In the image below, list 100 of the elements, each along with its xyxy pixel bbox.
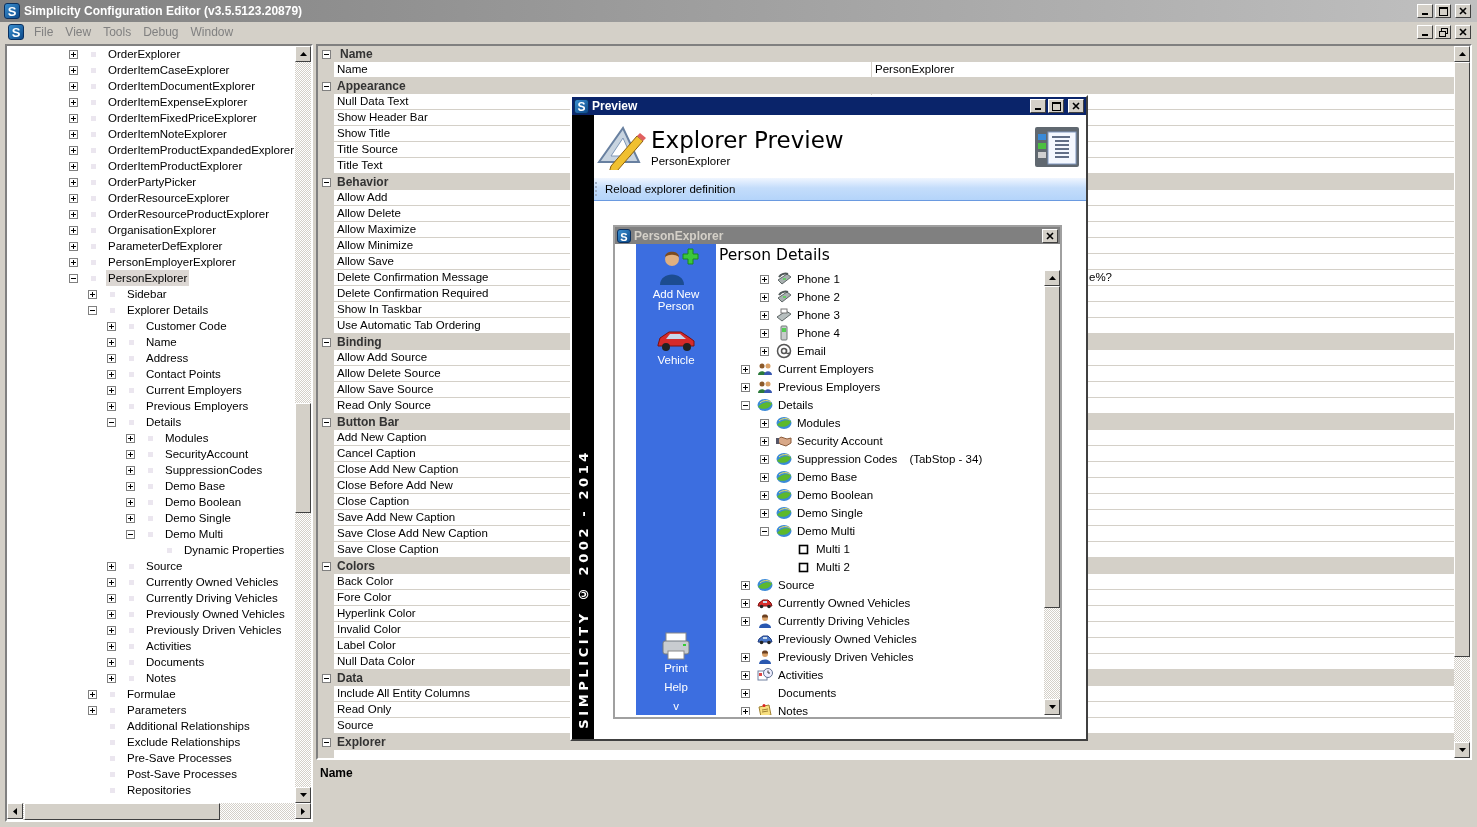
tree-item[interactable]: OrderItemExpenseExplorer xyxy=(106,94,250,110)
plus-box-icon[interactable] xyxy=(107,561,116,571)
plus-box-icon[interactable] xyxy=(760,472,769,482)
tree-item[interactable]: OrderItemDocumentExplorer xyxy=(106,78,257,94)
plus-box-icon[interactable] xyxy=(107,321,116,331)
plus-box-icon[interactable] xyxy=(760,490,769,500)
plus-box-icon[interactable] xyxy=(88,289,97,299)
plus-box-icon[interactable] xyxy=(107,657,116,667)
plus-box-icon[interactable] xyxy=(126,433,135,443)
tree-item[interactable]: Exclude Relationships xyxy=(125,734,243,750)
plus-box-icon[interactable] xyxy=(760,274,769,284)
minimize-button[interactable] xyxy=(1030,99,1046,113)
close-button[interactable] xyxy=(1068,99,1084,113)
vertical-scrollbar[interactable] xyxy=(1454,46,1470,758)
tree-item[interactable]: Multi 1 xyxy=(816,543,850,555)
plus-box-icon[interactable] xyxy=(741,364,750,374)
plus-box-icon[interactable] xyxy=(760,328,769,338)
vertical-scrollbar[interactable] xyxy=(1044,270,1060,715)
tree-item[interactable]: Notes xyxy=(778,705,809,715)
tree-item[interactable]: OrderResourceProductExplorer xyxy=(106,206,272,222)
plus-box-icon[interactable] xyxy=(107,593,116,603)
plus-box-icon[interactable] xyxy=(69,177,78,187)
plus-box-icon[interactable] xyxy=(69,113,78,123)
plus-box-icon[interactable] xyxy=(741,382,750,392)
plus-box-icon[interactable] xyxy=(760,292,769,302)
minus-box-icon[interactable] xyxy=(126,529,135,539)
tree-item[interactable]: SuppressionCodes xyxy=(163,462,265,478)
plus-box-icon[interactable] xyxy=(88,689,97,699)
minus-box-icon[interactable] xyxy=(321,737,331,747)
minus-box-icon[interactable] xyxy=(107,417,116,427)
tree-item[interactable]: Details xyxy=(144,414,184,430)
tree-item[interactable]: ParameterDefExplorer xyxy=(106,238,225,254)
tree-item[interactable]: Details xyxy=(778,399,814,411)
tree-item[interactable]: Phone 3 xyxy=(797,309,840,321)
plus-box-icon[interactable] xyxy=(69,97,78,107)
minus-box-icon[interactable] xyxy=(321,49,331,59)
scroll-right-button[interactable] xyxy=(295,803,311,819)
tree-item[interactable]: OrderItemProductExpandedExplorer xyxy=(106,142,295,158)
plus-box-icon[interactable] xyxy=(88,705,97,715)
scroll-left-button[interactable] xyxy=(7,803,23,819)
tree-item[interactable]: Currently Owned Vehicles xyxy=(144,574,281,590)
tree-item[interactable]: Documents xyxy=(144,654,207,670)
plus-box-icon[interactable] xyxy=(760,436,769,446)
vertical-scrollbar[interactable] xyxy=(295,46,311,803)
plus-box-icon[interactable] xyxy=(107,577,116,587)
plus-box-icon[interactable] xyxy=(107,337,116,347)
plus-box-icon[interactable] xyxy=(107,609,116,619)
tree-item[interactable]: Demo Multi xyxy=(797,525,856,537)
tree-item[interactable]: Previous Employers xyxy=(144,398,251,414)
minus-box-icon[interactable] xyxy=(741,400,750,410)
scroll-down-button[interactable] xyxy=(295,787,311,803)
plus-box-icon[interactable] xyxy=(126,513,135,523)
tree-item[interactable]: OrderItemFixedPriceExplorer xyxy=(106,110,259,126)
tree-item[interactable]: OrderResourceExplorer xyxy=(106,190,232,206)
tree-item[interactable]: Previously Driven Vehicles xyxy=(144,622,284,638)
plus-box-icon[interactable] xyxy=(741,652,750,662)
tree-item[interactable]: Parameters xyxy=(125,702,189,718)
minus-box-icon[interactable] xyxy=(321,673,331,683)
tree-item[interactable]: Demo Multi xyxy=(163,526,226,542)
minus-box-icon[interactable] xyxy=(321,81,331,91)
plus-box-icon[interactable] xyxy=(69,241,78,251)
plus-box-icon[interactable] xyxy=(107,625,116,635)
tree-item[interactable]: Activities xyxy=(144,638,194,654)
maximize-button[interactable] xyxy=(1435,4,1451,18)
tree-item[interactable]: Dynamic Properties xyxy=(182,542,287,558)
plus-box-icon[interactable] xyxy=(760,310,769,320)
tree-item[interactable]: Repositories xyxy=(125,782,193,798)
tree-item[interactable]: Explorer Details xyxy=(125,302,211,318)
nav-link[interactable]: v xyxy=(646,699,706,713)
tree-item[interactable]: Documents xyxy=(778,687,837,699)
scroll-up-button[interactable] xyxy=(295,46,311,62)
plus-box-icon[interactable] xyxy=(69,257,78,267)
maximize-button[interactable] xyxy=(1048,99,1064,113)
plus-box-icon[interactable] xyxy=(69,129,78,139)
tree-item[interactable]: Demo Single xyxy=(797,507,863,519)
tree-item[interactable]: Currently Driving Vehicles xyxy=(144,590,280,606)
plus-box-icon[interactable] xyxy=(126,481,135,491)
tree-item[interactable]: OrderItemCaseExplorer xyxy=(106,62,232,78)
plus-box-icon[interactable] xyxy=(107,673,116,683)
tree-item[interactable]: OrganisationExplorer xyxy=(106,222,219,238)
tree-item[interactable]: Modules xyxy=(797,417,841,429)
tree-item[interactable]: Previously Owned Vehicles xyxy=(144,606,287,622)
plus-box-icon[interactable] xyxy=(741,616,750,626)
tree-item[interactable]: Multi 2 xyxy=(816,561,850,573)
scrollbar-thumb[interactable] xyxy=(1044,286,1060,608)
tree-item[interactable]: Additional Relationships xyxy=(125,718,252,734)
minus-box-icon[interactable] xyxy=(760,526,769,536)
tree-item[interactable]: Pre-Save Processes xyxy=(125,750,234,766)
tree-item[interactable]: Demo Single xyxy=(163,510,233,526)
tree-item[interactable]: Source xyxy=(144,558,185,574)
close-button[interactable] xyxy=(1042,228,1058,243)
restore-button[interactable] xyxy=(1435,25,1451,39)
plus-box-icon[interactable] xyxy=(741,598,750,608)
plus-box-icon[interactable] xyxy=(69,81,78,91)
tree-item[interactable]: Phone 1 xyxy=(797,273,840,285)
minus-box-icon[interactable] xyxy=(69,273,78,283)
tree-item[interactable]: PersonExplorer xyxy=(106,270,190,286)
tree-item[interactable]: Activities xyxy=(778,669,824,681)
plus-box-icon[interactable] xyxy=(126,465,135,475)
minus-box-icon[interactable] xyxy=(321,177,331,187)
